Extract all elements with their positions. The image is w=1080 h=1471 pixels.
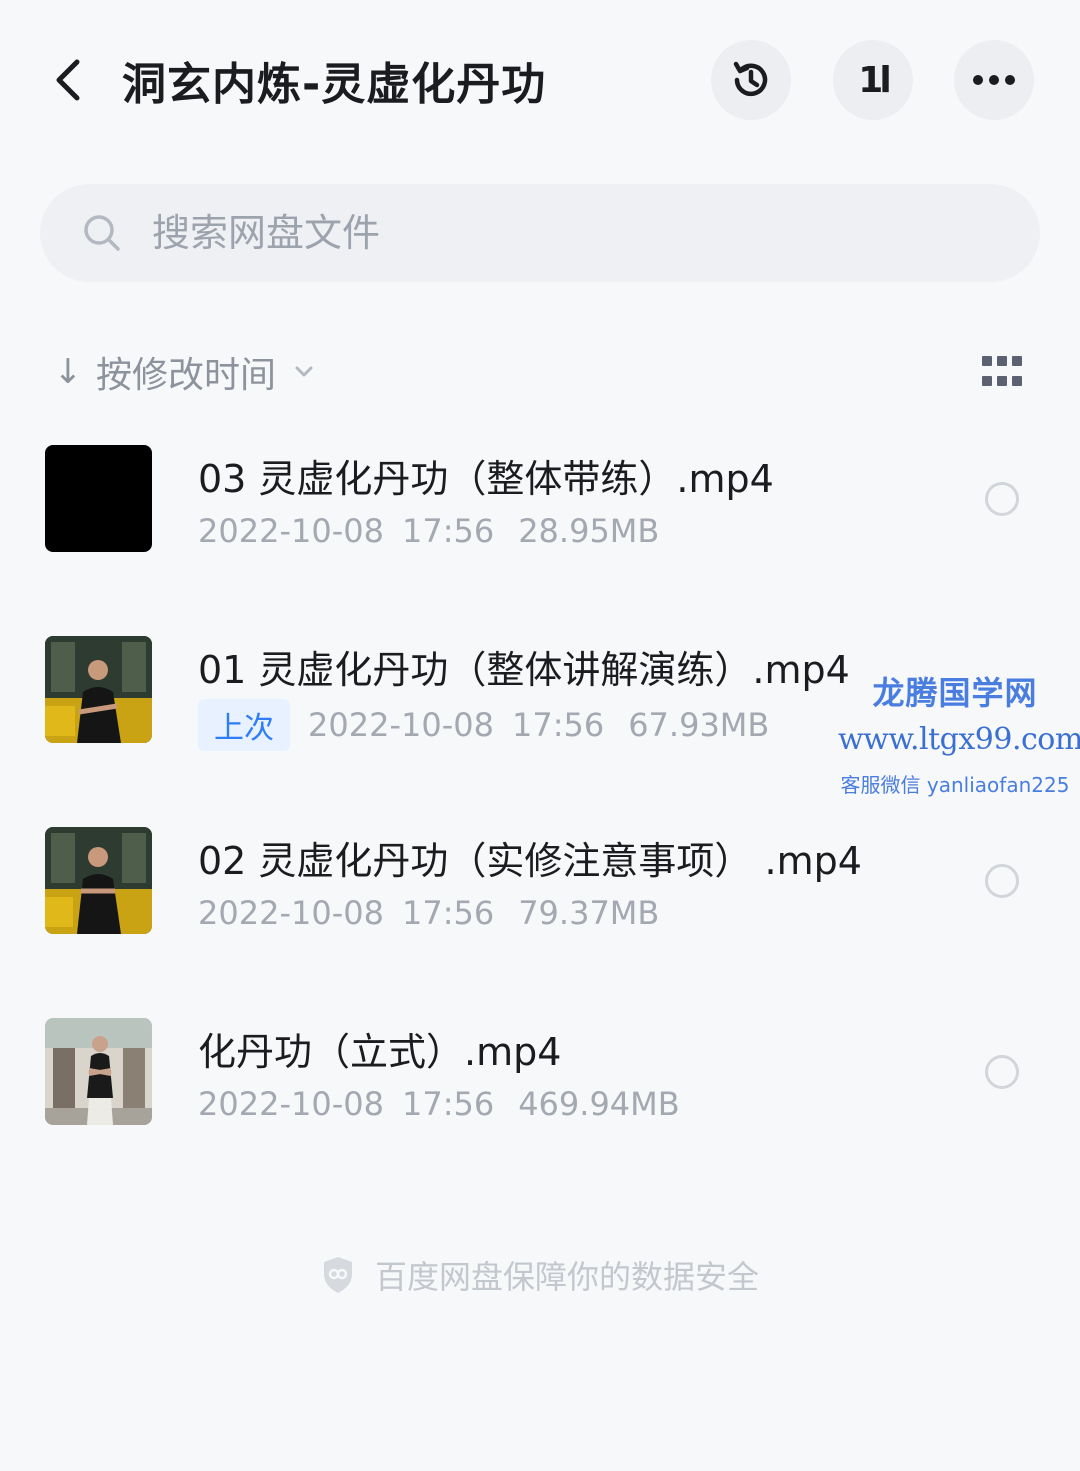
chevron-left-icon [56, 59, 80, 101]
watermark: 龙腾国学网 www.ltgx99.com 客服微信 yanliaofan225 [830, 668, 1080, 798]
file-name: 化丹功（立式）.mp4 [198, 1030, 562, 1074]
file-size: 28.95MB [518, 512, 660, 550]
search-input[interactable] [150, 210, 854, 256]
more-horizontal-icon [973, 75, 1015, 85]
file-name: 01 灵虚化丹功（整体讲解演练）.mp4 [198, 648, 850, 692]
list-item[interactable]: 03 灵虚化丹功（整体带练）.mp4 2022-10-08 17:56 28.9… [0, 420, 1080, 580]
page-title: 洞玄内炼-灵虚化丹功 [122, 59, 547, 110]
file-size: 67.93MB [628, 706, 770, 744]
chevron-down-icon [294, 365, 314, 379]
more-button[interactable] [954, 40, 1034, 120]
file-size: 469.94MB [518, 1085, 680, 1123]
watermark-contact: 客服微信 yanliaofan225 [840, 773, 1070, 797]
sort-swap-icon: 1l [858, 59, 891, 101]
file-size: 79.37MB [518, 894, 660, 932]
top-bar: 洞玄内炼-灵虚化丹功 1l [0, 0, 1080, 160]
watermark-url: www.ltgx99.com [838, 722, 1080, 757]
select-checkbox[interactable] [985, 864, 1019, 898]
file-time: 17:56 [511, 706, 605, 744]
file-date: 2022-10-08 [308, 706, 494, 744]
shield-icon [323, 1257, 352, 1293]
video-thumbnail [45, 1018, 152, 1125]
file-time: 17:56 [401, 1085, 495, 1123]
file-name: 03 灵虚化丹功（整体带练）.mp4 [198, 457, 774, 501]
file-meta: 2022-10-08 17:56 28.95MB [198, 512, 659, 550]
file-meta: 2022-10-08 17:56 79.37MB [198, 894, 659, 932]
video-thumbnail [45, 636, 152, 743]
file-time: 17:56 [401, 512, 495, 550]
last-played-badge: 上次 [198, 699, 290, 751]
security-footer: 百度网盘保障你的数据安全 [0, 1252, 1080, 1298]
file-date: 2022-10-08 [198, 894, 384, 932]
search-bar[interactable] [40, 184, 1040, 282]
file-date: 2022-10-08 [198, 512, 384, 550]
video-thumbnail [45, 827, 152, 934]
select-checkbox[interactable] [985, 1055, 1019, 1089]
list-item[interactable]: 02 灵虚化丹功（实修注意事项） .mp4 2022-10-08 17:56 7… [0, 802, 1080, 962]
video-thumbnail [45, 445, 152, 552]
back-button[interactable] [40, 50, 96, 110]
file-time: 17:56 [401, 894, 495, 932]
sort-selector[interactable]: ↓ 按修改时间 [52, 340, 314, 404]
sort-direction-icon: ↓ [53, 352, 83, 392]
footer-text: 百度网盘保障你的数据安全 [374, 1258, 759, 1296]
list-item[interactable]: 化丹功（立式）.mp4 2022-10-08 17:56 469.94MB [0, 993, 1080, 1153]
history-button[interactable] [711, 40, 791, 120]
file-meta: 2022-10-08 17:56 469.94MB [198, 1085, 680, 1123]
select-checkbox[interactable] [985, 482, 1019, 516]
file-name: 02 灵虚化丹功（实修注意事项） .mp4 [198, 839, 862, 883]
search-icon [82, 213, 122, 253]
sort-label: 按修改时间 [96, 355, 277, 396]
grid-view-icon[interactable] [982, 356, 1022, 390]
history-icon [733, 61, 768, 97]
file-meta: 上次 2022-10-08 17:56 67.93MB [198, 699, 769, 751]
watermark-title: 龙腾国学网 [872, 674, 1038, 712]
file-date: 2022-10-08 [198, 1085, 384, 1123]
sort-button[interactable]: 1l [833, 40, 913, 120]
